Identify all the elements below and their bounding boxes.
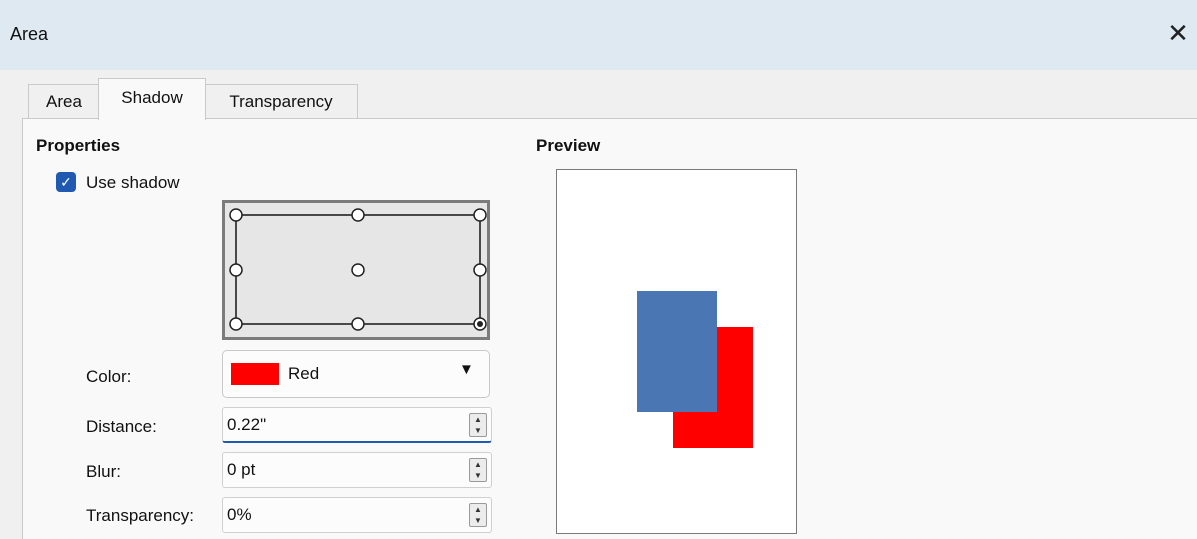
spin-up-icon[interactable]: ▲ xyxy=(470,414,486,425)
spin-down-icon[interactable]: ▼ xyxy=(470,515,486,526)
distance-spinner[interactable]: ▲ ▼ xyxy=(469,413,487,437)
tab-shadow[interactable]: Shadow xyxy=(98,78,206,120)
position-center[interactable] xyxy=(351,263,365,277)
position-selected-dot xyxy=(477,321,483,327)
tab-transparency[interactable]: Transparency xyxy=(204,84,358,119)
position-bottom-center[interactable] xyxy=(351,317,365,331)
transparency-field[interactable]: ▲ ▼ xyxy=(222,497,492,533)
distance-label: Distance: xyxy=(86,417,157,436)
shadow-position-selector xyxy=(229,208,487,331)
chevron-down-icon: ▼ xyxy=(459,361,474,378)
blur-spinner[interactable]: ▲ ▼ xyxy=(469,458,487,482)
transparency-input[interactable] xyxy=(227,504,447,526)
properties-heading: Properties xyxy=(36,136,121,155)
color-dropdown[interactable]: Red ▼ xyxy=(222,350,490,398)
use-shadow-checkbox[interactable]: ✓ xyxy=(56,172,76,192)
position-top-left[interactable] xyxy=(229,208,243,222)
transparency-spinner[interactable]: ▲ ▼ xyxy=(469,503,487,527)
preview-object xyxy=(637,291,717,412)
spin-down-icon[interactable]: ▼ xyxy=(470,425,486,436)
preview-heading: Preview xyxy=(536,136,601,155)
transparency-label: Transparency: xyxy=(86,506,195,525)
preview-pane xyxy=(556,169,797,534)
spin-up-icon[interactable]: ▲ xyxy=(470,504,486,515)
spin-down-icon[interactable]: ▼ xyxy=(470,470,486,481)
tab-area[interactable]: Area xyxy=(28,84,100,119)
position-top-center[interactable] xyxy=(351,208,365,222)
use-shadow-label: Use shadow xyxy=(86,173,180,192)
position-middle-right[interactable] xyxy=(473,263,487,277)
distance-input[interactable] xyxy=(227,414,447,436)
spin-up-icon[interactable]: ▲ xyxy=(470,459,486,470)
preview-canvas xyxy=(637,291,753,448)
dialog-title: Area xyxy=(10,24,49,44)
distance-field[interactable]: ▲ ▼ xyxy=(222,407,492,443)
title-bar xyxy=(0,0,1197,70)
blur-field[interactable]: ▲ ▼ xyxy=(222,452,492,488)
blur-input[interactable] xyxy=(227,459,447,481)
position-top-right[interactable] xyxy=(473,208,487,222)
close-icon[interactable]: ✕ xyxy=(1163,18,1193,48)
color-label: Color: xyxy=(86,367,132,386)
position-bottom-left[interactable] xyxy=(229,317,243,331)
blur-label: Blur: xyxy=(86,462,121,481)
color-swatch xyxy=(231,363,279,385)
position-middle-left[interactable] xyxy=(229,263,243,277)
color-value: Red xyxy=(288,364,320,383)
